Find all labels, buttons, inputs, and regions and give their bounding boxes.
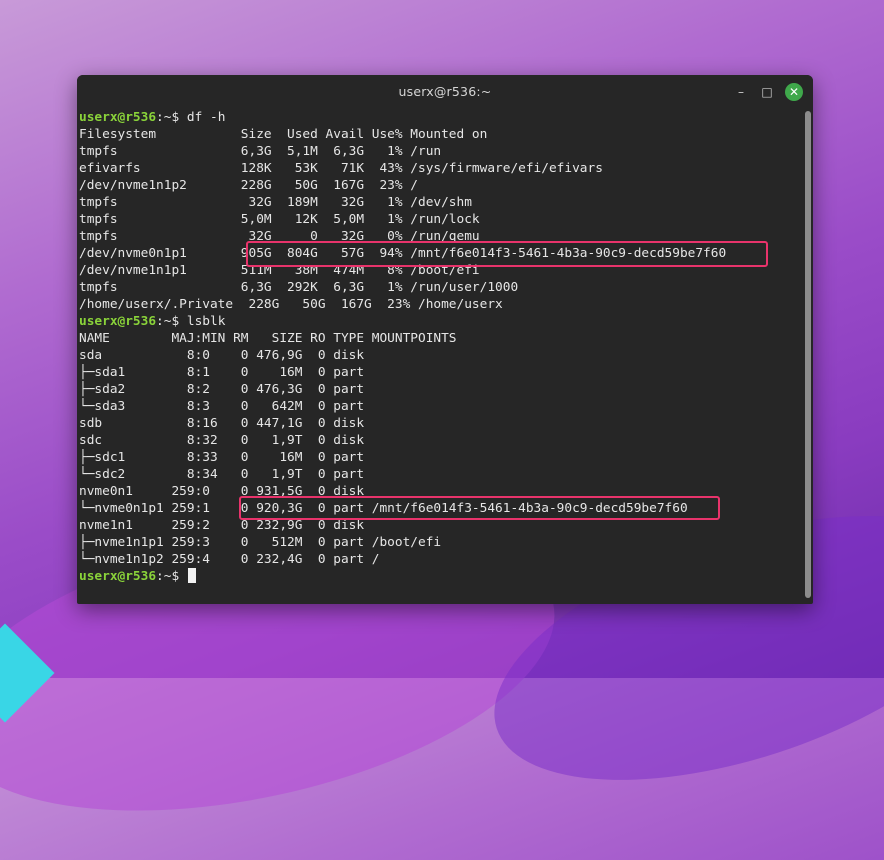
output-line: /dev/nvme1n1p1 511M 38M 474M 8% /boot/ef… bbox=[79, 263, 480, 278]
output-line: /dev/nvme1n1p2 228G 50G 167G 23% / bbox=[79, 178, 418, 193]
output-line: tmpfs 6,3G 5,1M 6,3G 1% /run bbox=[79, 144, 442, 159]
output-line: ├─sda2 8:2 0 476,3G 0 part bbox=[79, 382, 365, 397]
output-line: └─sda3 8:3 0 642M 0 part bbox=[79, 399, 365, 414]
output-line: └─nvme0n1p1 259:1 0 920,3G 0 part /mnt/f… bbox=[79, 501, 688, 516]
output-line: └─nvme1n1p2 259:4 0 232,4G 0 part / bbox=[79, 552, 380, 567]
prompt-line: userx@r536:~$ df -h bbox=[79, 109, 799, 126]
df-output: Filesystem Size Used Avail Use% Mounted … bbox=[79, 126, 799, 313]
window-title: userx@r536:~ bbox=[398, 84, 492, 99]
output-line: └─sdc2 8:34 0 1,9T 0 part bbox=[79, 467, 365, 482]
output-line: tmpfs 6,3G 292K 6,3G 1% /run/user/1000 bbox=[79, 280, 519, 295]
output-line: sda 8:0 0 476,9G 0 disk bbox=[79, 348, 365, 363]
output-line: ├─nvme1n1p1 259:3 0 512M 0 part /boot/ef… bbox=[79, 535, 442, 550]
title-bar[interactable]: userx@r536:~ – □ ✕ bbox=[77, 75, 813, 109]
output-line: tmpfs 32G 189M 32G 1% /dev/shm bbox=[79, 195, 472, 210]
prompt-path: :~$ bbox=[156, 314, 180, 329]
output-line: /home/userx/.Private 228G 50G 167G 23% /… bbox=[79, 297, 503, 312]
output-line: tmpfs 32G 0 32G 0% /run/qemu bbox=[79, 229, 480, 244]
prompt-user: userx@r536 bbox=[79, 569, 157, 584]
scrollbar[interactable] bbox=[805, 111, 811, 598]
prompt-user: userx@r536 bbox=[79, 314, 157, 329]
output-line: ├─sdc1 8:33 0 16M 0 part bbox=[79, 450, 365, 465]
prompt-path: :~$ bbox=[156, 569, 180, 584]
prompt-line[interactable]: userx@r536:~$ bbox=[79, 568, 799, 585]
output-line: efivarfs 128K 53K 71K 43% /sys/firmware/… bbox=[79, 161, 603, 176]
scrollbar-thumb[interactable] bbox=[805, 111, 811, 598]
text-cursor bbox=[187, 568, 196, 583]
output-line: sdb 8:16 0 447,1G 0 disk bbox=[79, 416, 365, 431]
output-line: nvme0n1 259:0 0 931,5G 0 disk bbox=[79, 484, 365, 499]
output-line: sdc 8:32 0 1,9T 0 disk bbox=[79, 433, 365, 448]
output-line: tmpfs 5,0M 12K 5,0M 1% /run/lock bbox=[79, 212, 480, 227]
minimize-icon[interactable]: – bbox=[733, 84, 749, 100]
command-text: lsblk bbox=[186, 314, 226, 329]
terminal-output[interactable]: userx@r536:~$ df -h Filesystem Size Used… bbox=[77, 109, 799, 604]
prompt-line: userx@r536:~$ lsblk bbox=[79, 313, 799, 330]
prompt-user: userx@r536 bbox=[79, 110, 157, 125]
output-line: nvme1n1 259:2 0 232,9G 0 disk bbox=[79, 518, 365, 533]
close-icon[interactable]: ✕ bbox=[785, 83, 803, 101]
terminal-window[interactable]: userx@r536:~ – □ ✕ userx@r536:~$ df -h F… bbox=[77, 75, 813, 604]
lsblk-output: NAME MAJ:MIN RM SIZE RO TYPE MOUNTPOINTS… bbox=[79, 330, 799, 568]
output-line: Filesystem Size Used Avail Use% Mounted … bbox=[79, 127, 488, 142]
output-line: NAME MAJ:MIN RM SIZE RO TYPE MOUNTPOINTS bbox=[79, 331, 457, 346]
output-line: /dev/nvme0n1p1 905G 804G 57G 94% /mnt/f6… bbox=[79, 246, 727, 261]
maximize-icon[interactable]: □ bbox=[759, 84, 775, 100]
command-text: df -h bbox=[186, 110, 226, 125]
output-line: ├─sda1 8:1 0 16M 0 part bbox=[79, 365, 365, 380]
prompt-path: :~$ bbox=[156, 110, 180, 125]
